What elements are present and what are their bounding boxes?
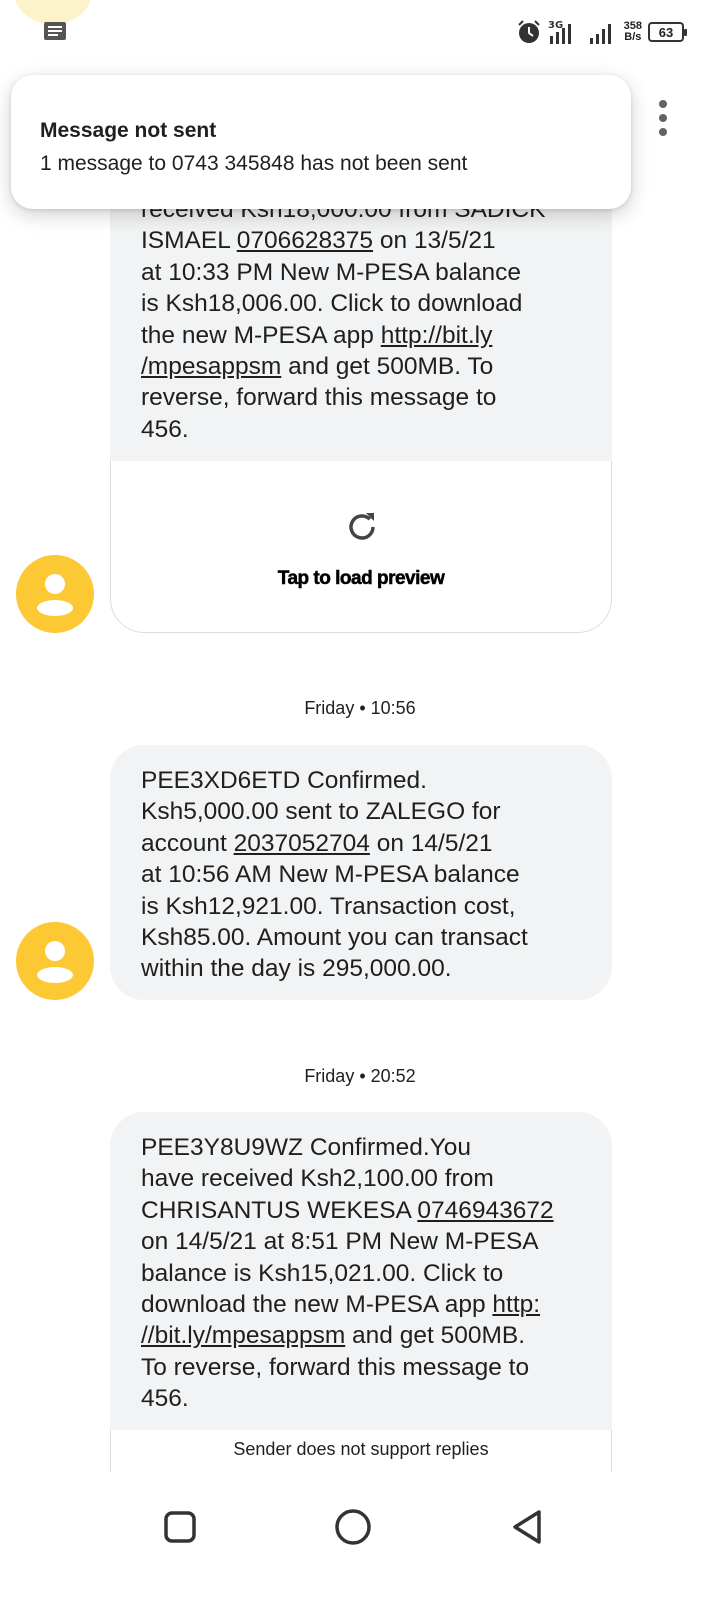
home-button[interactable] <box>328 1502 378 1552</box>
message-text-line: 456. <box>141 1385 189 1413</box>
circle-icon <box>335 1509 371 1545</box>
back-button[interactable] <box>502 1502 552 1552</box>
message-bubble[interactable]: received Ksh18,000.00 from SADICK ISMAEL… <box>110 150 612 633</box>
phone-link[interactable]: 0746943672 <box>417 1197 553 1224</box>
sender-no-reply-notice: Sender does not support replies <box>110 1430 612 1472</box>
status-icons: 3G 358 B/s 63 <box>516 16 687 48</box>
alarm-clock-icon <box>517 20 540 43</box>
message-bubble[interactable]: PEE3XD6ETD Confirmed. Ksh5,000.00 sent t… <box>110 745 612 1000</box>
battery-level: 63 <box>658 24 674 40</box>
message-text-line: PEE3XD6ETD Confirmed. <box>141 767 427 794</box>
signal-bars-icon <box>589 24 611 44</box>
triangle-back-icon <box>513 1510 541 1544</box>
person-icon <box>37 941 73 983</box>
message-not-sent-toast[interactable]: Message not sent 1 message to 0743 34584… <box>11 75 631 209</box>
phone-link[interactable]: 0706628375 <box>237 227 373 254</box>
message-text-line: 456. <box>141 415 189 443</box>
person-icon <box>37 574 73 616</box>
navigation-bar <box>0 1474 720 1600</box>
signal-3g-icon: 3G <box>548 20 571 44</box>
message-text-line: at 10:56 AM New M-PESA balance <box>141 861 520 889</box>
message-notification-icon <box>44 22 66 40</box>
toast-body: 1 message to 0743 345848 has not been se… <box>40 152 468 175</box>
avatar[interactable] <box>16 922 94 1000</box>
message-text-line: and get 500MB. To <box>281 353 494 381</box>
recents-button[interactable] <box>155 1502 205 1552</box>
refresh-icon <box>349 513 375 540</box>
message-text-line: Ksh5,000.00 sent to ZALEGO for <box>141 798 501 826</box>
message-text-line: ISMAEL <box>141 227 237 255</box>
tap-to-load-preview[interactable]: Tap to load preview <box>111 563 611 594</box>
message-timestamp: Friday • 20:52 <box>304 1066 416 1086</box>
message-text-line: account <box>141 829 234 857</box>
message-text-line: on 14/5/21 at 8:51 PM New M-PESA <box>141 1228 539 1256</box>
message-text-line: within the day is 295,000.00. <box>141 955 452 983</box>
message-text-line: CHRISANTUS WEKESA <box>141 1196 418 1224</box>
url-link[interactable]: http: <box>492 1291 540 1318</box>
toast-title: Message not sent <box>40 119 217 142</box>
message-text-line: PEE3Y8U9WZ Confirmed.You <box>141 1134 471 1161</box>
message-text-line: reverse, forward this message to <box>141 384 497 412</box>
status-bar: 3G 358 B/s 63 <box>0 0 720 62</box>
message-text-line: Ksh85.00. Amount you can transact <box>141 924 528 952</box>
square-icon <box>164 1511 196 1543</box>
message-text: received Ksh18,000.00 from SADICK ISMAEL… <box>141 194 582 461</box>
avatar[interactable] <box>16 555 94 633</box>
speed-unit: B/s <box>624 31 642 43</box>
message-text-line: balance is Ksh15,021.00. Click to <box>141 1259 504 1287</box>
link-preview-card[interactable]: Tap to load preview <box>110 461 612 633</box>
message-text-line: download the new M-PESA app <box>141 1291 493 1319</box>
svg-text:3G: 3G <box>548 20 563 31</box>
message-text-line: on 13/5/21 <box>373 227 496 255</box>
url-link[interactable]: http://bit.ly <box>381 322 493 349</box>
network-speed: 358 B/s <box>624 21 642 43</box>
message-text-line: is Ksh12,921.00. Transaction cost, <box>141 892 516 920</box>
message-text-line: on 14/5/21 <box>369 829 493 857</box>
message-timestamp: Friday • 10:56 <box>304 698 416 718</box>
url-link[interactable]: /mpesappsm <box>141 353 281 380</box>
message-text-line: is Ksh18,006.00. Click to download <box>141 290 523 318</box>
message-bubble[interactable]: PEE3Y8U9WZ Confirmed.You have received K… <box>110 1112 612 1472</box>
url-link[interactable]: //bit.ly/mpesappsm <box>141 1322 345 1349</box>
message-text-line: and get 500MB. <box>345 1322 526 1350</box>
message-text-line: have received Ksh2,100.00 from <box>141 1165 494 1193</box>
message-text-line: To reverse, forward this message to <box>141 1353 530 1381</box>
message-text-line: at 10:33 PM New M-PESA balance <box>141 258 521 286</box>
message-text-line: the new M-PESA app <box>141 321 381 349</box>
more-vert-icon[interactable] <box>648 96 678 140</box>
battery-icon: 63 <box>648 22 687 42</box>
account-link[interactable]: 2037052704 <box>234 830 370 857</box>
